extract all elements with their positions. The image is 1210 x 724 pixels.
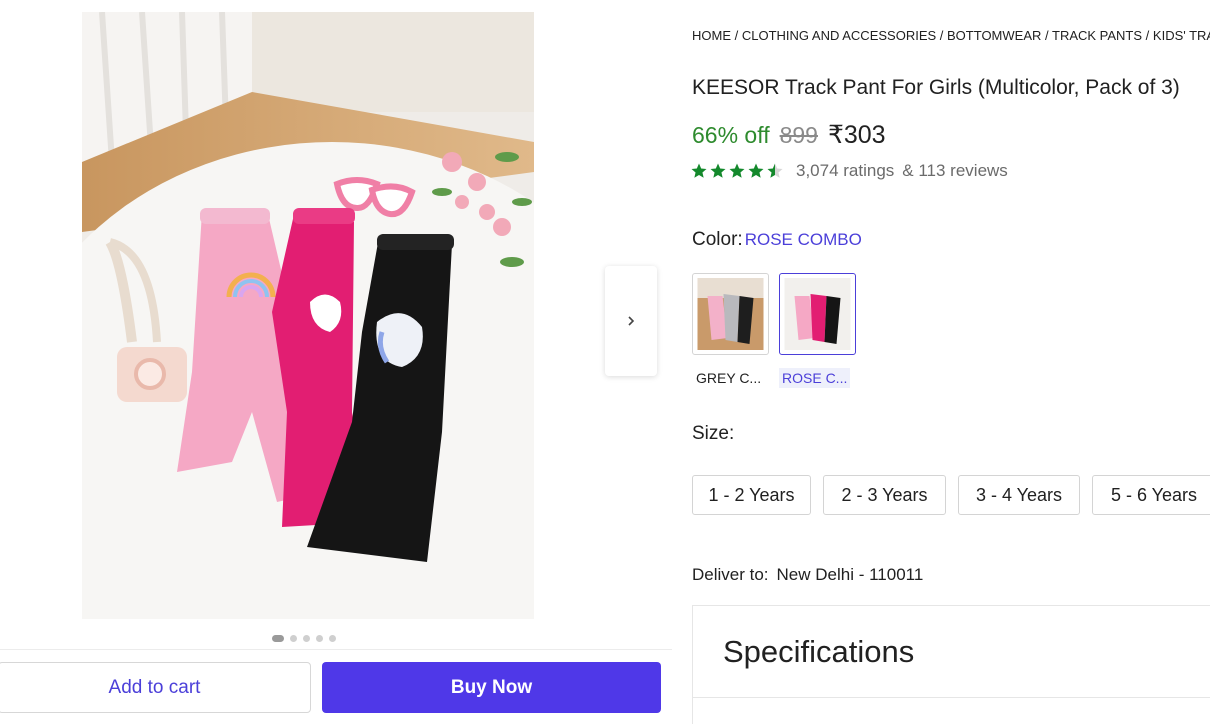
discount-percent: 66% off [692,122,770,148]
star-icon [691,163,707,178]
gallery-dot[interactable] [290,635,297,642]
next-image-button[interactable] [605,266,657,376]
selected-color-value: ROSE COMBO [744,230,862,249]
star-icon [767,163,783,178]
ratings-count: 3,074 ratings [796,161,895,180]
reviews-count: & 113 reviews [902,161,1008,180]
breadcrumb-kids-track[interactable]: KIDS' TRACK [1153,28,1210,43]
swatch-rose-image [784,278,851,350]
product-title: KEESOR Track Pant For Girls (Multicolor,… [692,76,1180,99]
star-icon [729,163,745,178]
color-selector-label: Color: ROSE COMBO [692,229,862,251]
star-icon [710,163,726,178]
size-option-1-2-years[interactable]: 1 - 2 Years [692,475,811,515]
breadcrumb-clothing[interactable]: CLOTHING AND ACCESSORIES [742,28,936,43]
gallery-dot[interactable] [316,635,323,642]
deliver-label: Deliver to: [692,565,769,584]
size-option-2-3-years[interactable]: 2 - 3 Years [823,475,946,515]
swatch-grey-image [697,278,764,350]
color-swatch-rose-combo[interactable] [779,273,856,355]
add-to-cart-button[interactable]: Add to cart [0,662,311,713]
star-rating [690,162,784,180]
price-row: 66% off 899 ₹303 [692,120,886,150]
delivery-location[interactable]: New Delhi - 110011 [777,565,924,584]
breadcrumb: HOME / CLOTHING AND ACCESSORIES / BOTTOM… [692,28,1210,43]
product-photo [82,12,534,619]
original-price: 899 [779,122,818,148]
swatch-label-grey[interactable]: GREY C... [693,368,764,388]
gallery-dot[interactable] [303,635,310,642]
gallery-dots [272,635,336,642]
selling-price: ₹303 [827,121,886,149]
size-option-5-6-years[interactable]: 5 - 6 Years [1092,475,1210,515]
breadcrumb-bottomwear[interactable]: BOTTOMWEAR [947,28,1041,43]
size-option-3-4-years[interactable]: 3 - 4 Years [958,475,1080,515]
breadcrumb-home[interactable]: HOME [692,28,731,43]
gallery-dot[interactable] [329,635,336,642]
action-bar: Add to cart Buy Now [0,649,672,724]
breadcrumb-track-pants[interactable]: TRACK PANTS [1052,28,1142,43]
gallery-dot[interactable] [272,635,284,642]
product-image[interactable] [82,12,534,619]
specifications-section: Specifications [692,605,1210,698]
color-swatch-grey-combo[interactable] [692,273,769,355]
swatch-label-rose[interactable]: ROSE C... [779,368,851,388]
chevron-right-icon [628,316,635,326]
specifications-body [692,697,1210,724]
star-icon [748,163,764,178]
specifications-title: Specifications [723,634,915,669]
rating-row[interactable]: 3,074 ratings & 113 reviews [690,161,1008,181]
color-label: Color: [692,229,743,250]
size-label: Size: [692,423,735,444]
buy-now-button[interactable]: Buy Now [322,662,661,713]
delivery-row[interactable]: Deliver to: New Delhi - 110011 [692,565,923,585]
